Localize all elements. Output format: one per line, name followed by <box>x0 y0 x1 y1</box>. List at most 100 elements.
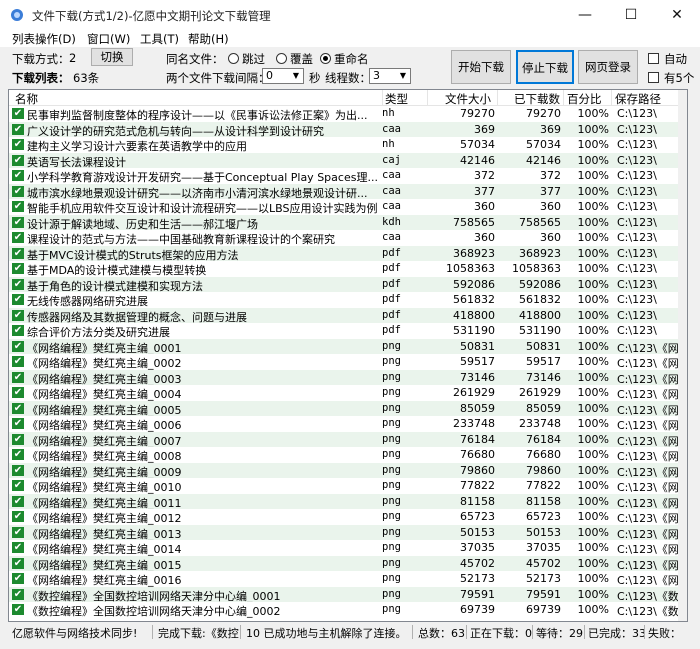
table-row[interactable]: ✔ 《网络编程》樊红亮主编_0013 png 50153 50153 100% C:\123… <box>9 524 679 540</box>
checkmark-icon[interactable]: ✔ <box>12 464 24 476</box>
download-list[interactable]: 名称 类型 文件大小 已下载数 百分比 保存路径 ✔ 民事审判监督制度整体的程序设… <box>8 89 688 622</box>
checkmark-icon[interactable]: ✔ <box>12 340 24 352</box>
checkmark-icon[interactable]: ✔ <box>12 108 24 119</box>
table-row[interactable]: ✔ 综合评价方法分类及研究进展 pdf 531190 531190 100% C:\123\ <box>9 323 679 339</box>
col-name-header[interactable]: 名称 <box>15 91 38 107</box>
stop-download-button[interactable]: 停止下载 <box>516 50 574 84</box>
checkmark-icon[interactable]: ✔ <box>12 139 24 150</box>
column-divider[interactable] <box>611 90 612 105</box>
table-row[interactable]: ✔ 传感器网络及其数据管理的概念、问题与进展 pdf 418800 418800 100%… <box>9 307 679 323</box>
table-row[interactable]: ✔ 《网络编程》樊红亮主编_0009 png 79860 79860 100% C:\123… <box>9 462 679 478</box>
table-row[interactable]: ✔ 《网络编程》樊红亮主编_0014 png 37035 37035 100% C:\123… <box>9 540 679 556</box>
checkmark-icon[interactable]: ✔ <box>12 542 24 553</box>
checkmark-icon[interactable]: ✔ <box>12 201 24 212</box>
overwrite-radio[interactable] <box>276 53 287 64</box>
auto-checkbox[interactable] <box>648 53 659 64</box>
checkmark-icon[interactable]: ✔ <box>12 495 24 507</box>
checkmark-icon[interactable]: ✔ <box>12 588 24 600</box>
table-row[interactable]: ✔ 《网络编程》樊红亮主编_0001 png 50831 50831 100% C:\123… <box>9 338 679 354</box>
table-row[interactable]: ✔ 无线传感器网络研究进展 pdf 561832 561832 100% C:\123\ <box>9 292 679 308</box>
checkmark-icon[interactable]: ✔ <box>12 449 24 460</box>
col-size-header[interactable]: 文件大小 <box>445 91 491 107</box>
table-row[interactable]: ✔ 民事审判监督制度整体的程序设计——以《民事诉讼法修正案》为出... nh 7927… <box>9 106 679 122</box>
skip-radio[interactable] <box>228 53 239 64</box>
checkmark-icon[interactable]: ✔ <box>12 418 24 429</box>
checkmark-icon[interactable]: ✔ <box>12 170 24 181</box>
checkmark-icon[interactable]: ✔ <box>12 402 24 414</box>
checkmark-icon[interactable]: ✔ <box>12 216 24 228</box>
table-row[interactable]: ✔ 城市滨水绿地景观设计研究——以济南市小清河滨水绿地景观设计研... caa 377… <box>9 183 679 199</box>
checkmark-icon[interactable]: ✔ <box>12 123 24 135</box>
table-row[interactable]: ✔ 《网络编程》樊红亮主编_0015 png 45702 45702 100% C:\123… <box>9 555 679 571</box>
table-row[interactable]: ✔ 《网络编程》樊红亮主编_0003 png 73146 73146 100% C:\123… <box>9 369 679 385</box>
col-percent-header[interactable]: 百分比 <box>567 91 602 107</box>
checkmark-icon[interactable]: ✔ <box>12 232 24 243</box>
checkmark-icon[interactable]: ✔ <box>12 387 24 398</box>
checkmark-icon[interactable]: ✔ <box>12 263 24 274</box>
column-divider[interactable] <box>427 90 428 105</box>
title-bar: 文件下载(方式1/2)-亿愿中文期刊论文下载管理 — ☐ ✕ <box>0 0 700 30</box>
switch-button[interactable]: 切换 <box>91 48 133 66</box>
table-row[interactable]: ✔ 课程设计的范式与方法——中国基础教育新课程设计的个案研究 caa 360 360 10… <box>9 230 679 246</box>
table-row[interactable]: ✔ 《网络编程》樊红亮主编_0004 png 261929 261929 100% C:\1… <box>9 385 679 401</box>
minimize-button[interactable]: — <box>562 0 608 30</box>
checkmark-icon[interactable]: ✔ <box>12 154 24 166</box>
table-row[interactable]: ✔ 基于MVC设计模式的Struts框架的应用方法 pdf 368923 368923 1… <box>9 245 679 261</box>
col-path-header[interactable]: 保存路径 <box>615 91 661 107</box>
menu-tools[interactable]: 工具(T) <box>140 31 179 47</box>
file-type-cell: png <box>382 386 401 398</box>
close-button[interactable]: ✕ <box>654 0 700 30</box>
table-row[interactable]: ✔ 《网络编程》樊红亮主编_0006 png 233748 233748 100% C:\1… <box>9 416 679 432</box>
table-row[interactable]: ✔ 《网络编程》樊红亮主编_0007 png 76184 76184 100% C:\123… <box>9 431 679 447</box>
have5-checkbox[interactable] <box>648 72 659 83</box>
checkmark-icon[interactable]: ✔ <box>12 309 24 321</box>
table-row[interactable]: ✔ 《网络编程》樊红亮主编_0016 png 52173 52173 100% C:\123… <box>9 571 679 587</box>
menu-window[interactable]: 窗口(W) <box>87 31 130 47</box>
checkmark-icon[interactable]: ✔ <box>12 557 24 569</box>
checkmark-icon[interactable]: ✔ <box>12 278 24 290</box>
column-divider[interactable] <box>497 90 498 105</box>
table-row[interactable]: ✔ 小学科学教育游戏设计开发研究——基于Conceptual Play Space… <box>9 168 679 184</box>
column-divider[interactable] <box>563 90 564 105</box>
web-login-button[interactable]: 网页登录 <box>578 50 638 84</box>
table-row[interactable]: ✔ 建构主义学习设计六要素在英语教学中的应用 nh 57034 57034 100% C:\… <box>9 137 679 153</box>
start-download-button[interactable]: 开始下载 <box>451 50 511 84</box>
checkmark-icon[interactable]: ✔ <box>12 511 24 522</box>
checkmark-icon[interactable]: ✔ <box>12 480 24 491</box>
table-row[interactable]: ✔ 《网络编程》樊红亮主编_0002 png 59517 59517 100% C:\123… <box>9 354 679 370</box>
menu-help[interactable]: 帮助(H) <box>188 31 229 47</box>
column-divider[interactable] <box>382 90 383 105</box>
file-name-cell: 《网络编程》樊红亮主编_0004 <box>27 388 182 401</box>
table-row[interactable]: ✔ 基于角色的设计模式建模和实现方法 pdf 592086 592086 100% C:\1… <box>9 276 679 292</box>
table-row[interactable]: ✔ 广义设计学的研究范式危机与转向——从设计科学到设计研究 caa 369 369 100… <box>9 121 679 137</box>
checkmark-icon[interactable]: ✔ <box>12 573 24 584</box>
checkmark-icon[interactable]: ✔ <box>12 325 24 336</box>
rename-radio[interactable] <box>320 53 331 64</box>
checkmark-icon[interactable]: ✔ <box>12 433 24 445</box>
interval-select[interactable]: 0 ▼ <box>262 68 304 84</box>
col-downloaded-header[interactable]: 已下载数 <box>514 91 560 107</box>
table-row[interactable]: ✔ 设计源于解读地域、历史和生活——郝江堰广场 kdh 758565 758565 100… <box>9 214 679 230</box>
table-row[interactable]: ✔ 《网络编程》樊红亮主编_0008 png 76680 76680 100% C:\123… <box>9 447 679 463</box>
checkmark-icon[interactable]: ✔ <box>12 371 24 383</box>
checkmark-icon[interactable]: ✔ <box>12 185 24 197</box>
vertical-scrollbar[interactable] <box>678 90 687 621</box>
table-row[interactable]: ✔ 《数控编程》全国数控培训网络天津分中心编_0001 png 79591 79591 1… <box>9 586 679 602</box>
checkmark-icon[interactable]: ✔ <box>12 247 24 259</box>
table-row[interactable]: ✔ 《网络编程》樊红亮主编_0012 png 65723 65723 100% C:\123… <box>9 509 679 525</box>
threads-select[interactable]: 3 ▼ <box>369 68 411 84</box>
checkmark-icon[interactable]: ✔ <box>12 526 24 538</box>
checkmark-icon[interactable]: ✔ <box>12 294 24 305</box>
col-type-header[interactable]: 类型 <box>385 91 408 107</box>
table-row[interactable]: ✔ 《网络编程》樊红亮主编_0011 png 81158 81158 100% C:\123… <box>9 493 679 509</box>
table-row[interactable]: ✔ 英语写长法课程设计 caj 42146 42146 100% C:\123\ <box>9 152 679 168</box>
table-row[interactable]: ✔ 《数控编程》全国数控培训网络天津分中心编_0002 png 69739 69739 1… <box>9 602 679 618</box>
table-row[interactable]: ✔ 《网络编程》樊红亮主编_0010 png 77822 77822 100% C:\123… <box>9 478 679 494</box>
checkmark-icon[interactable]: ✔ <box>12 604 24 615</box>
maximize-button[interactable]: ☐ <box>608 0 654 30</box>
table-row[interactable]: ✔ 《网络编程》樊红亮主编_0005 png 85059 85059 100% C:\123… <box>9 400 679 416</box>
table-row[interactable]: ✔ 智能手机应用软件交互设计和设计流程研究——以LBS应用设计实践为例 caa 360… <box>9 199 679 215</box>
menu-list-ops[interactable]: 列表操作(D) <box>12 31 76 47</box>
table-row[interactable]: ✔ 基于MDA的设计模式建模与模型转换 pdf 1058363 1058363 100% C… <box>9 261 679 277</box>
checkmark-icon[interactable]: ✔ <box>12 356 24 367</box>
